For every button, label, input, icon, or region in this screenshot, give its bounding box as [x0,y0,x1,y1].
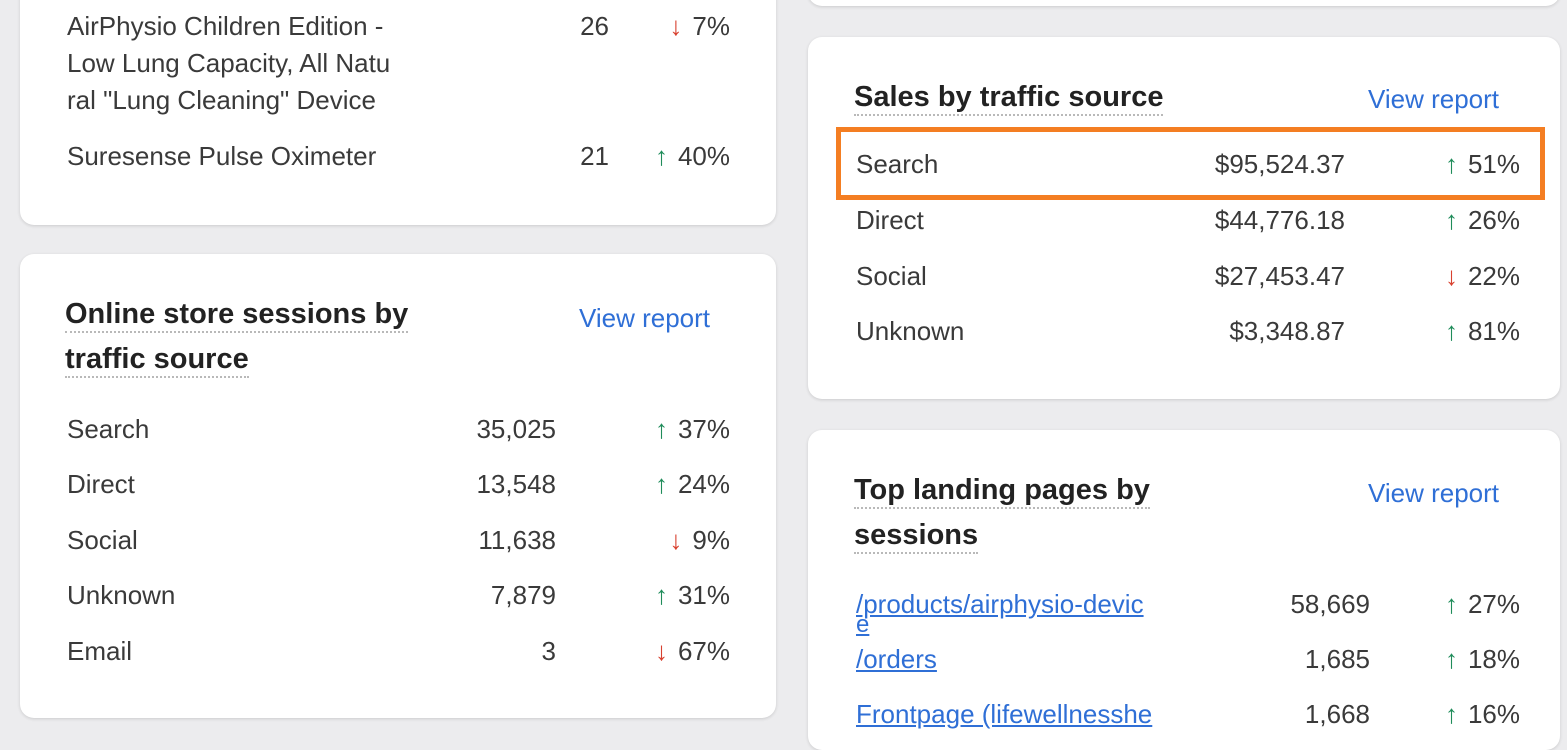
source-label: Email [67,636,133,666]
landing-page-link-wrap[interactable]: e [856,613,869,637]
change-value: ↑ 81% [1445,313,1520,350]
source-label: Direct [856,205,924,235]
arrow-up-icon: ↑ [654,414,668,444]
landing-pages-card: Top landing pages by sessions View repor… [808,430,1560,750]
sales-value: $3,348.87 [1229,316,1345,346]
source-label: Search [67,414,150,444]
product-change: ↑ 40% [655,138,730,175]
product-count: 26 [580,11,609,41]
product-name: Suresense Pulse Oximeter [67,141,377,171]
source-label: Social [67,525,138,555]
change-value: ↑ 27% [1445,586,1520,623]
table-row: Social $27,453.47 ↓ 22% [856,258,1520,298]
table-row: /products/airphysio-devic e 58,669 ↑ 27% [856,586,1520,637]
product-name-line: AirPhysio Children Edition - [67,11,384,41]
table-row: Frontpage (lifewellnesshe 1,668 ↑ 16% [856,696,1520,736]
table-row: Email 3 ↓ 67% [67,633,757,673]
change-value: ↓ 9% [669,522,730,559]
card-title[interactable]: Sales by traffic source [854,75,1164,120]
table-row: Direct 13,548 ↑ 24% [67,466,757,506]
landing-page-link[interactable]: Frontpage (lifewellnesshe [856,696,1152,733]
arrow-up-icon: ↑ [1444,644,1458,674]
product-count: 21 [580,141,609,171]
product-name-line: Low Lung Capacity, All Natu [67,48,391,78]
arrow-up-icon: ↑ [1444,316,1458,346]
session-value: 13,548 [476,469,556,499]
change-value: ↑ 24% [655,466,730,503]
table-row: Direct $44,776.18 ↑ 26% [856,202,1520,242]
source-label: Unknown [67,580,176,610]
highlight-box [836,127,1545,200]
product-name-line: ral "Lung Cleaning" Device [67,85,376,115]
table-row: Unknown $3,348.87 ↑ 81% [856,313,1520,353]
arrow-up-icon: ↑ [1444,205,1458,235]
change-value: ↑ 16% [1445,696,1520,733]
arrow-down-icon: ↓ [1444,261,1458,291]
change-value: ↑ 37% [655,411,730,448]
view-report-link[interactable]: View report [579,298,710,338]
top-right-card [808,0,1560,6]
session-value: 1,668 [1304,699,1370,729]
change-value: ↑ 31% [655,577,730,614]
card-title[interactable]: Top landing pages by sessions [854,468,1150,558]
sales-value: $27,453.47 [1214,261,1345,291]
arrow-up-icon: ↑ [1444,589,1458,619]
arrow-down-icon: ↓ [654,636,668,666]
product-row: Suresense Pulse Oximeter 21 ↑ 40% [67,138,757,178]
change-value: ↑ 26% [1445,202,1520,239]
top-products-card: AirPhysio Children Edition - Low Lung Ca… [20,0,776,225]
change-value: ↓ 67% [655,633,730,670]
arrow-up-icon: ↑ [654,469,668,499]
session-value: 3 [541,636,556,666]
landing-page-link[interactable]: /products/airphysio-devic [856,586,1144,623]
sales-value: $44,776.18 [1214,205,1345,235]
page-link-wrap[interactable]: e [856,611,869,638]
card-title[interactable]: Online store sessions by traffic source [65,292,409,382]
arrow-down-icon: ↓ [669,11,683,41]
table-row: Search 35,025 ↑ 37% [67,411,757,451]
session-value: 7,879 [490,580,556,610]
sessions-by-source-card: Online store sessions by traffic source … [20,254,776,718]
session-value: 11,638 [478,525,556,555]
source-label: Unknown [856,316,965,346]
arrow-up-icon: ↑ [654,141,668,171]
page-link[interactable]: /orders [856,644,937,674]
arrow-up-icon: ↑ [654,580,668,610]
session-value: 1,685 [1304,644,1370,674]
session-value: 35,025 [476,414,556,444]
table-row: Unknown 7,879 ↑ 31% [67,577,757,617]
change-value: ↓ 22% [1445,258,1520,295]
table-row: /orders 1,685 ↑ 18% [856,641,1520,681]
product-row: AirPhysio Children Edition - Low Lung Ca… [67,8,757,128]
landing-page-link[interactable]: /orders [856,641,937,678]
change-value: ↑ 18% [1445,641,1520,678]
source-label: Social [856,261,927,291]
source-label: Direct [67,469,135,499]
session-value: 58,669 [1290,589,1370,619]
table-row: Social 11,638 ↓ 9% [67,522,757,562]
page-link[interactable]: /products/airphysio-devic [856,589,1144,619]
view-report-link[interactable]: View report [1368,79,1499,119]
product-change: ↓ 7% [669,8,730,45]
arrow-up-icon: ↑ [1444,699,1458,729]
product-name: AirPhysio Children Edition - Low Lung Ca… [67,8,390,119]
arrow-down-icon: ↓ [669,525,683,555]
sales-by-source-card: Sales by traffic source View report Sear… [808,37,1560,399]
view-report-link[interactable]: View report [1368,473,1499,513]
